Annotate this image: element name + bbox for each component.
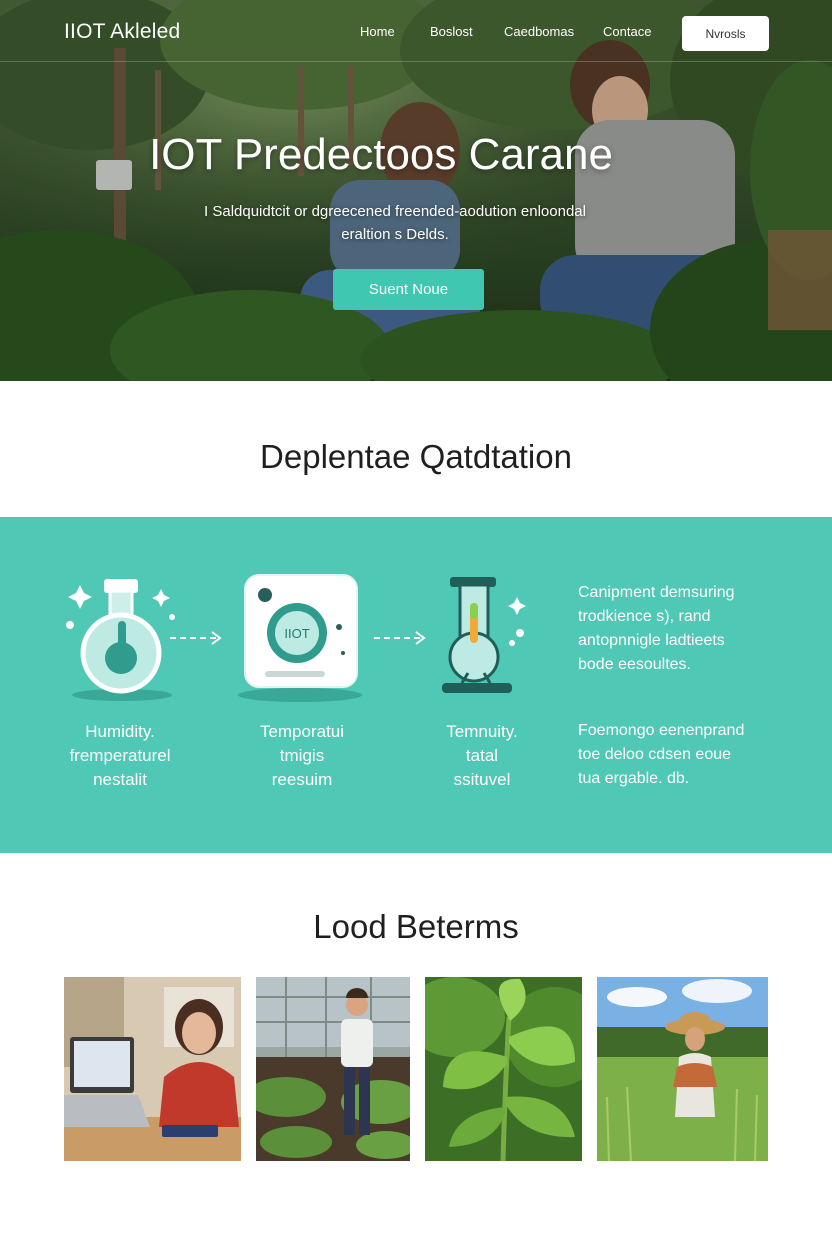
device-icon: IIOT: [238, 574, 362, 702]
nav-link-home[interactable]: Home: [360, 24, 395, 39]
hero-section: IIOT Akleled Home Boslost Caedbomas Cont…: [0, 0, 832, 381]
hero-title: IOT Predectoos Carane: [149, 130, 613, 179]
site-logo[interactable]: IIOT Akleled: [64, 20, 180, 44]
process-description-2: Foemongo eenenprand toe deloo cdsen eoue…: [578, 722, 745, 787]
hero-cta-button[interactable]: Suent Noue: [333, 269, 484, 310]
leaf-closeup-photo[interactable]: [425, 977, 582, 1161]
flask-icon: [66, 579, 175, 701]
process-section-title: Deplentae Qatdtation: [260, 438, 572, 475]
nav-link-about[interactable]: Boslost: [430, 24, 473, 39]
nav-link-services[interactable]: Caedbomas: [504, 24, 574, 39]
process-description-1: Canipment demsuring trodkience s), rand …: [578, 584, 735, 673]
hero-subtitle: I Saldquidtcit or dgreecened freended-ao…: [204, 203, 586, 243]
boy-garden-photo[interactable]: [256, 977, 410, 1161]
nav-action-button[interactable]: Nvrosls: [682, 16, 769, 51]
thermometer-icon: [442, 577, 526, 693]
arrow-right-icon: [170, 631, 222, 645]
nav-link-contact[interactable]: Contace: [603, 24, 651, 39]
step-label-temperature: Temporatui tmigis reesuim: [259, 722, 345, 789]
process-band: IIOT Humidity. fremperaturel nestalit Te…: [0, 517, 832, 853]
step-label-humidity: Humidity. fremperaturel nestalit: [69, 722, 171, 789]
step-label-result: Temnuity. tatal ssituvel: [446, 722, 518, 789]
device-screen-text: IIOT: [284, 626, 309, 641]
top-navigation: IIOT Akleled Home Boslost Caedbomas Cont…: [0, 0, 832, 62]
student-laptop-photo[interactable]: [64, 977, 241, 1161]
farmer-field-photo[interactable]: [597, 977, 768, 1161]
gallery-section-title: Lood Beterms: [313, 908, 519, 945]
arrow-right-icon: [374, 631, 426, 645]
